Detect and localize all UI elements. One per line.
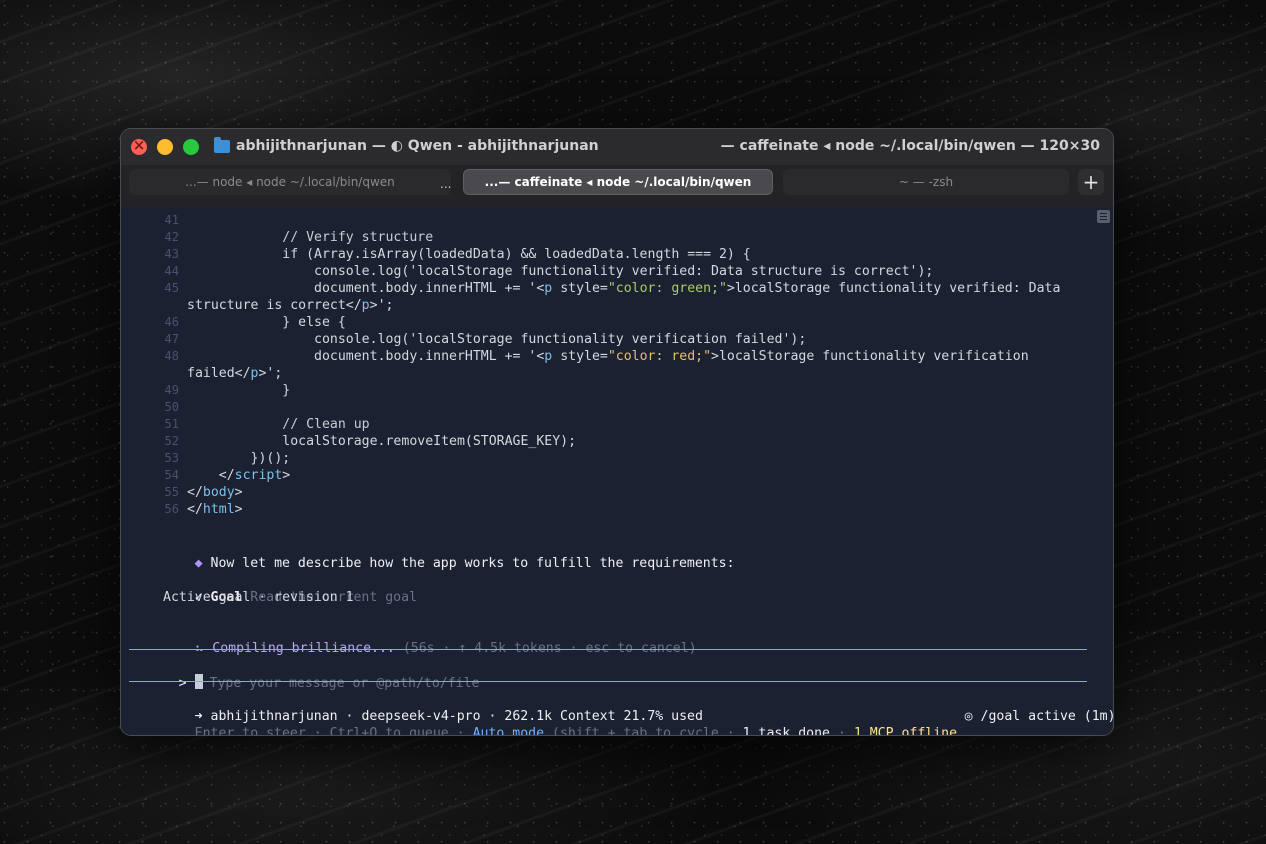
tab-overflow-indicator: ... <box>440 177 452 191</box>
code-text: console.log('localStorage functionality … <box>314 332 807 347</box>
window-controls <box>131 136 199 155</box>
tab-node-qwen[interactable]: ...— node ◂ node ~/.local/bin/qwen <box>129 169 451 195</box>
close-window-button[interactable] <box>131 136 147 155</box>
terminal-window: abhijithnarjunan — ◐ Qwen - abhijithnarj… <box>120 128 1114 736</box>
hints-line: Enter to steer · Ctrl+Q to queue · Auto … <box>147 708 958 736</box>
line-number: 44 <box>164 264 179 278</box>
line-number: 46 <box>164 315 179 329</box>
input-separator-top <box>129 649 1087 650</box>
auto-mode-toggle[interactable]: Auto mode <box>473 726 544 735</box>
code-text: localStorage.removeItem(STORAGE_KEY); <box>282 434 577 449</box>
code-text: failed</p>'; <box>187 366 283 381</box>
scrollbar-menu-icon[interactable] <box>1097 210 1110 223</box>
title-bar[interactable]: abhijithnarjunan — ◐ Qwen - abhijithnarj… <box>121 129 1113 165</box>
input-separator-bottom <box>129 681 1087 682</box>
diamond-bullet-icon: ◆ <box>194 556 203 571</box>
code-text: structure is correct</p>'; <box>187 298 394 313</box>
assistant-message-text: Now let me describe how the app works to… <box>210 556 735 571</box>
line-number: 42 <box>164 230 179 244</box>
line-number: 48 <box>164 349 179 363</box>
line-number: 49 <box>164 383 179 397</box>
code-text: </html> <box>187 502 243 517</box>
line-number: 50 <box>164 400 179 414</box>
goal-indicator-text: /goal active (1m) <box>980 709 1114 724</box>
line-number: 56 <box>164 502 179 516</box>
code-text: </body> <box>187 485 243 500</box>
code-text: </script> <box>218 468 291 483</box>
window-title-text: abhijithnarjunan — ◐ Qwen - abhijithnarj… <box>236 138 599 154</box>
hint-queue: Ctrl+Q to queue <box>329 726 449 736</box>
code-text: if (Array.isArray(loadedData) && loadedD… <box>282 247 751 262</box>
line-number: 47 <box>164 332 179 346</box>
task-status: 1 task done <box>742 726 830 736</box>
code-text: document.body.innerHTML += '<p style="co… <box>314 349 1029 364</box>
line-number: 55 <box>164 485 179 499</box>
line-number: 41 <box>164 213 179 227</box>
code-text: console.log('localStorage functionality … <box>314 264 934 279</box>
code-text: })(); <box>250 451 291 466</box>
folder-icon <box>214 136 230 153</box>
window-title: abhijithnarjunan — ◐ Qwen - abhijithnarj… <box>214 136 599 154</box>
tab-zsh[interactable]: ~ — -zsh <box>783 169 1069 195</box>
line-number: 53 <box>164 451 179 465</box>
window-subtitle: — caffeinate ◂ node ~/.local/bin/qwen — … <box>720 138 1100 154</box>
tab-caffeinate-qwen[interactable]: ...— caffeinate ◂ node ~/.local/bin/qwen <box>463 169 773 195</box>
prompt-chevron-icon: > <box>178 676 187 691</box>
hint-steer: Enter to steer <box>194 726 306 736</box>
line-number: 51 <box>164 417 179 431</box>
code-text: // Verify structure <box>282 230 434 245</box>
line-number: 45 <box>164 281 179 295</box>
tab-bar: ...— node ◂ node ~/.local/bin/qwen ... .… <box>121 165 1113 207</box>
line-number: 52 <box>164 434 179 448</box>
line-number: 54 <box>164 468 179 482</box>
mcp-status: 1 MCP offline <box>853 726 958 736</box>
terminal-content[interactable]: 41 42 // Verify structure 43 if (Array.isA… <box>121 207 1113 735</box>
code-text: } else { <box>282 315 346 330</box>
goal-status: Active goal · revision 1 <box>163 590 354 605</box>
mode-hint: (shift + tab to cycle <box>552 726 719 736</box>
target-icon: ◎ <box>964 709 973 724</box>
new-tab-button[interactable]: + <box>1078 169 1104 195</box>
code-text: document.body.innerHTML += '<p style="co… <box>314 281 1061 296</box>
code-text: // Clean up <box>282 417 370 432</box>
message-input[interactable]: Type your message or @path/to/file <box>210 676 480 691</box>
code-text: } <box>282 383 291 398</box>
line-number: 43 <box>164 247 179 261</box>
maximize-window-button[interactable] <box>183 139 199 155</box>
minimize-window-button[interactable] <box>157 139 173 155</box>
